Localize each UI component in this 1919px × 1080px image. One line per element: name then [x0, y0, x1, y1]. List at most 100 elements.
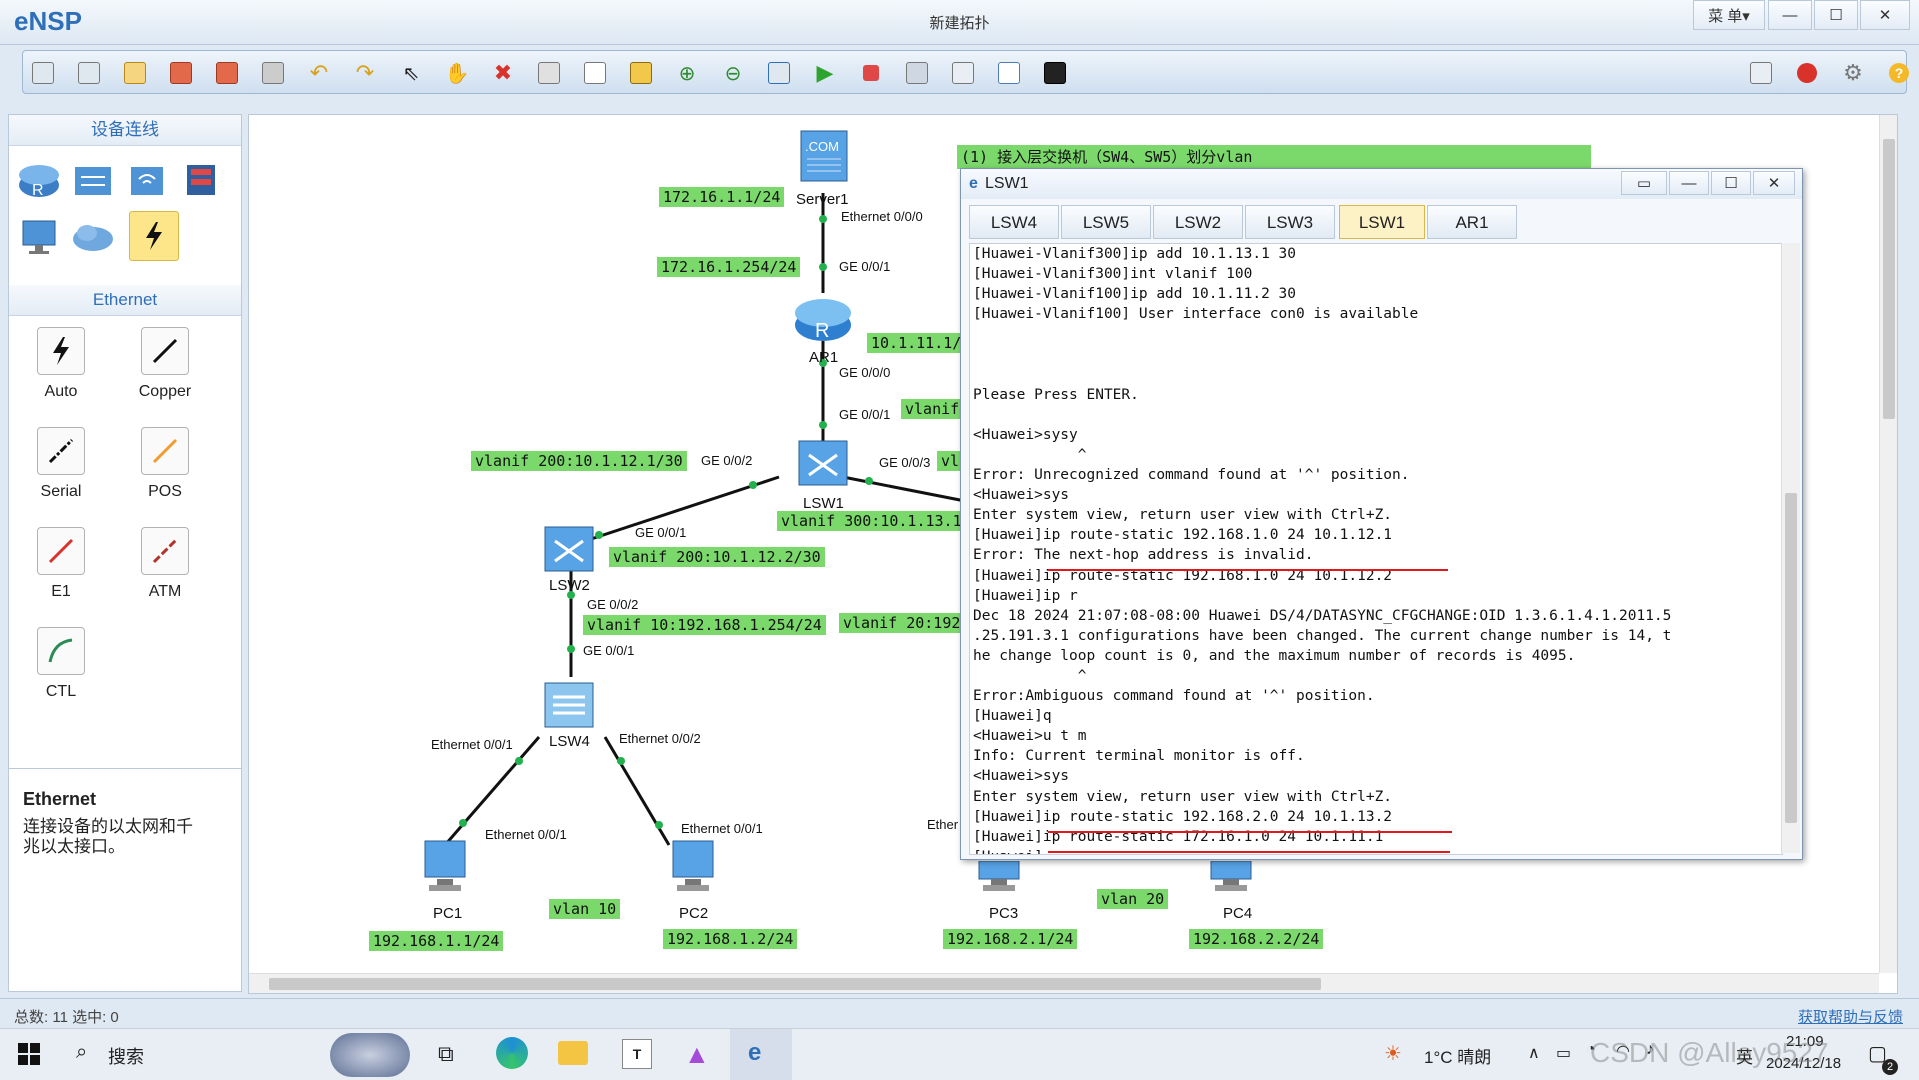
- open-icon[interactable]: [121, 59, 149, 87]
- maximize-button[interactable]: ☐: [1814, 0, 1858, 30]
- label-server-ip[interactable]: 172.16.1.1/24: [659, 187, 785, 207]
- console-window[interactable]: e LSW1 ▭ — ☐ ✕ LSW4 LSW5 LSW2 LSW3 LSW1 …: [960, 168, 1803, 860]
- horizontal-scroll-thumb[interactable]: [269, 978, 1321, 990]
- tray-chevron-icon[interactable]: ∧: [1528, 1043, 1540, 1063]
- label-vlanif200-lsw1[interactable]: vlanif 200:10.1.12.1/30: [471, 451, 687, 471]
- terminal-scrollbar[interactable]: [1781, 243, 1800, 853]
- delete-link-icon[interactable]: [535, 59, 563, 87]
- tab-lsw2[interactable]: LSW2: [1153, 205, 1243, 239]
- label-ar1-down-ip[interactable]: 10.1.11.1/: [867, 333, 966, 353]
- text-editor-icon[interactable]: T: [622, 1039, 652, 1069]
- pc4-icon[interactable]: [1201, 860, 1263, 900]
- vertical-scrollbar[interactable]: [1879, 115, 1897, 973]
- cable-atm[interactable]: ATM: [135, 527, 195, 601]
- start-all-icon[interactable]: ▶: [811, 59, 839, 87]
- edge-browser-icon[interactable]: [496, 1037, 528, 1069]
- save-as-icon[interactable]: [213, 59, 241, 87]
- pc1-icon[interactable]: [415, 837, 477, 900]
- cable-serial[interactable]: Serial: [31, 427, 91, 501]
- label-vlanif-partial[interactable]: vlanif: [901, 399, 964, 419]
- zoom-out-icon[interactable]: ⊖: [719, 59, 747, 87]
- search-icon[interactable]: ⌕: [76, 1041, 87, 1064]
- help-feedback-link[interactable]: 获取帮助与反馈: [1798, 1006, 1903, 1027]
- tab-lsw1[interactable]: LSW1: [1339, 205, 1425, 239]
- ar1-router-icon[interactable]: R: [793, 291, 853, 346]
- weather-text[interactable]: 1°C 晴朗: [1424, 1043, 1491, 1068]
- minimize-button[interactable]: —: [1768, 0, 1812, 30]
- router-category-icon[interactable]: R: [15, 155, 63, 203]
- network-icon[interactable]: ▭: [1556, 1043, 1571, 1063]
- terminal-scroll-thumb[interactable]: [1785, 493, 1797, 823]
- tab-lsw5[interactable]: LSW5: [1061, 205, 1151, 239]
- new-topology-icon[interactable]: [29, 59, 57, 87]
- new-example-icon[interactable]: [75, 59, 103, 87]
- palette-icon[interactable]: [627, 59, 655, 87]
- hand-icon[interactable]: ✋: [443, 59, 471, 87]
- lsw4-switch-icon[interactable]: [541, 675, 597, 734]
- cable-auto[interactable]: Auto: [31, 327, 91, 401]
- stop-all-icon[interactable]: [857, 59, 885, 87]
- help-icon[interactable]: ?: [1885, 59, 1913, 87]
- text-icon[interactable]: [581, 59, 609, 87]
- capture-icon[interactable]: [903, 59, 931, 87]
- console-maximize-button[interactable]: ☐: [1711, 171, 1751, 195]
- redo-icon[interactable]: ↷: [351, 59, 379, 87]
- print-icon[interactable]: [259, 59, 287, 87]
- menu-button[interactable]: 菜 单▾: [1693, 0, 1765, 30]
- cable-e1[interactable]: E1: [31, 527, 91, 601]
- lsw1-switch-icon[interactable]: [795, 433, 851, 492]
- file-explorer-icon[interactable]: [558, 1041, 588, 1065]
- cable-copper[interactable]: Copper: [135, 327, 195, 401]
- cable-pos[interactable]: POS: [135, 427, 195, 501]
- settings-icon[interactable]: ⚙: [1839, 59, 1867, 87]
- label-vlan20[interactable]: vlan 20: [1097, 889, 1169, 909]
- console-restore-button[interactable]: ▭: [1621, 171, 1667, 195]
- delete-icon[interactable]: ✖: [489, 59, 517, 87]
- grid-icon[interactable]: [995, 59, 1023, 87]
- label-ar1-up-ip[interactable]: 172.16.1.254/24: [657, 257, 801, 277]
- chat-icon[interactable]: [1747, 59, 1775, 87]
- tab-lsw4[interactable]: LSW4: [969, 205, 1059, 239]
- label-vlanif20-partial[interactable]: vlanif 20:192: [839, 613, 965, 633]
- server1-icon[interactable]: .COM: [799, 129, 849, 188]
- horizontal-scrollbar[interactable]: [249, 973, 1879, 993]
- tab-ar1[interactable]: AR1: [1427, 205, 1517, 239]
- topology-icon[interactable]: [949, 59, 977, 87]
- fit-view-icon[interactable]: [765, 59, 793, 87]
- windows-start-icon[interactable]: [18, 1043, 40, 1065]
- wireless-category-icon[interactable]: [123, 155, 171, 203]
- connection-category-icon[interactable]: [129, 211, 179, 261]
- console-minimize-button[interactable]: —: [1669, 171, 1709, 195]
- label-vlanif200-lsw2[interactable]: vlanif 200:10.1.12.2/30: [609, 547, 825, 567]
- zoom-in-icon[interactable]: ⊕: [673, 59, 701, 87]
- pc2-icon[interactable]: [663, 837, 725, 900]
- taskbar-search[interactable]: 搜索: [108, 1043, 144, 1069]
- huawei-logo-icon[interactable]: [1793, 59, 1821, 87]
- label-pc1-ip[interactable]: 192.168.1.1/24: [369, 931, 504, 951]
- label-vlanif10-lsw2[interactable]: vlanif 10:192.168.1.254/24: [583, 615, 826, 635]
- task-view-icon[interactable]: ⧉: [438, 1041, 454, 1067]
- label-note[interactable]: (1) 接入层交换机（SW4、SW5）划分vlan: [957, 145, 1591, 169]
- tab-lsw3[interactable]: LSW3: [1245, 205, 1335, 239]
- switch-category-icon[interactable]: [69, 155, 117, 203]
- label-pc2-ip[interactable]: 192.168.1.2/24: [663, 929, 798, 949]
- terminal-output[interactable]: [Huawei-Vlanif300]ip add 10.1.13.1 30 [H…: [969, 243, 1783, 855]
- firewall-category-icon[interactable]: [177, 155, 225, 203]
- console-title-bar[interactable]: e LSW1 ▭ — ☐ ✕: [961, 169, 1802, 199]
- cable-ctl[interactable]: CTL: [31, 627, 91, 701]
- save-icon[interactable]: [167, 59, 195, 87]
- app-triangle-icon[interactable]: ▲: [684, 1039, 710, 1070]
- console-close-button[interactable]: ✕: [1753, 171, 1795, 195]
- label-pc4-ip[interactable]: 192.168.2.2/24: [1189, 929, 1324, 949]
- label-pc3-ip[interactable]: 192.168.2.1/24: [943, 929, 1078, 949]
- undo-icon[interactable]: ↶: [305, 59, 333, 87]
- ensp-taskbar-button[interactable]: e: [730, 1029, 792, 1080]
- select-pointer-icon[interactable]: ⇖: [397, 59, 425, 87]
- label-vlanif300-lsw1[interactable]: vlanif 300:10.1.13.1: [777, 511, 966, 531]
- pc3-icon[interactable]: [969, 860, 1031, 900]
- vertical-scroll-thumb[interactable]: [1883, 139, 1895, 419]
- close-button[interactable]: ✕: [1860, 0, 1910, 30]
- wallpaper-widget-icon[interactable]: [330, 1033, 410, 1077]
- cloud-category-icon[interactable]: [69, 213, 117, 261]
- cli-icon[interactable]: [1041, 59, 1069, 87]
